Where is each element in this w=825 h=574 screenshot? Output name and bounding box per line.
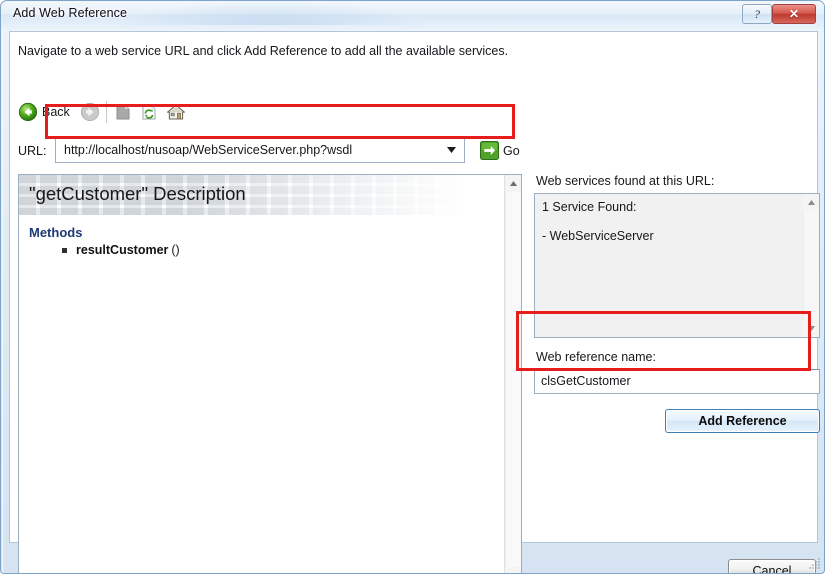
url-label: URL:: [18, 144, 47, 158]
go-button-label: Go: [503, 143, 520, 158]
bullet-icon: [62, 247, 67, 253]
methods-heading: Methods: [29, 225, 83, 240]
services-found-label: Web services found at this URL:: [536, 174, 715, 188]
web-reference-name-label: Web reference name:: [536, 350, 656, 364]
add-reference-label: Add Reference: [698, 414, 787, 428]
add-web-reference-dialog: Add Web Reference ? ✕ Navigate to a web …: [0, 0, 825, 574]
forward-arrow-icon: [80, 102, 100, 122]
method-name[interactable]: resultCustomer: [76, 243, 168, 257]
stop-button: [114, 97, 132, 127]
help-button[interactable]: ?: [742, 4, 772, 24]
scroll-up-arrow-icon[interactable]: [803, 194, 819, 211]
services-found-count: 1 Service Found:: [542, 200, 637, 214]
list-item[interactable]: resultCustomer (): [62, 243, 180, 257]
description-scrollbar[interactable]: [504, 175, 521, 573]
resize-grip[interactable]: [807, 556, 821, 570]
web-reference-name-value[interactable]: clsGetCustomer: [541, 374, 631, 388]
chevron-down-icon[interactable]: [442, 138, 460, 162]
back-button-label: Back: [42, 105, 70, 119]
service-description-pane: "getCustomer" Description Methods result…: [18, 174, 522, 573]
title-bar[interactable]: Add Web Reference ? ✕: [1, 1, 824, 29]
cancel-label: Cancel: [752, 564, 792, 574]
go-arrow-icon: [480, 141, 499, 160]
title-bar-sheen: [121, 1, 421, 25]
services-found-listbox[interactable]: 1 Service Found: - WebServiceServer: [534, 193, 820, 338]
go-button[interactable]: Go: [480, 140, 520, 161]
back-arrow-icon: [18, 102, 38, 122]
stop-page-icon: [114, 103, 132, 121]
scroll-down-arrow-icon[interactable]: [505, 567, 521, 573]
home-button[interactable]: [166, 97, 186, 127]
dialog-client-area: Navigate to a web service URL and click …: [9, 31, 820, 573]
url-input-value[interactable]: http://localhost/nusoap/WebServiceServer…: [64, 143, 352, 157]
navigation-toolbar: Back: [18, 97, 198, 127]
add-reference-button[interactable]: Add Reference: [665, 409, 820, 433]
window-title: Add Web Reference: [13, 6, 128, 20]
method-signature: (): [171, 243, 180, 257]
help-icon: ?: [754, 6, 760, 21]
scroll-up-arrow-icon[interactable]: [505, 175, 521, 192]
instruction-text: Navigate to a web service URL and click …: [18, 44, 509, 58]
description-scroll-track[interactable]: [505, 192, 521, 567]
scroll-down-arrow-icon[interactable]: [803, 320, 819, 337]
back-button[interactable]: Back: [18, 97, 70, 127]
description-document: "getCustomer" Description Methods result…: [19, 175, 506, 573]
close-icon: ✕: [788, 7, 800, 21]
url-combobox[interactable]: http://localhost/nusoap/WebServiceServer…: [55, 137, 465, 163]
cancel-button[interactable]: Cancel: [728, 559, 816, 574]
forward-button: [80, 97, 100, 127]
toolbar-separator: [106, 101, 107, 123]
methods-list: resultCustomer (): [29, 243, 180, 257]
refresh-icon: [140, 103, 158, 121]
services-scrollbar[interactable]: [803, 194, 819, 337]
list-item[interactable]: - WebServiceServer: [542, 229, 654, 243]
close-button[interactable]: ✕: [772, 4, 816, 24]
description-title: "getCustomer" Description: [29, 183, 246, 204]
services-scroll-track[interactable]: [803, 211, 819, 320]
home-icon: [166, 103, 186, 121]
refresh-button[interactable]: [140, 97, 158, 127]
web-reference-name-input[interactable]: clsGetCustomer: [534, 369, 820, 394]
